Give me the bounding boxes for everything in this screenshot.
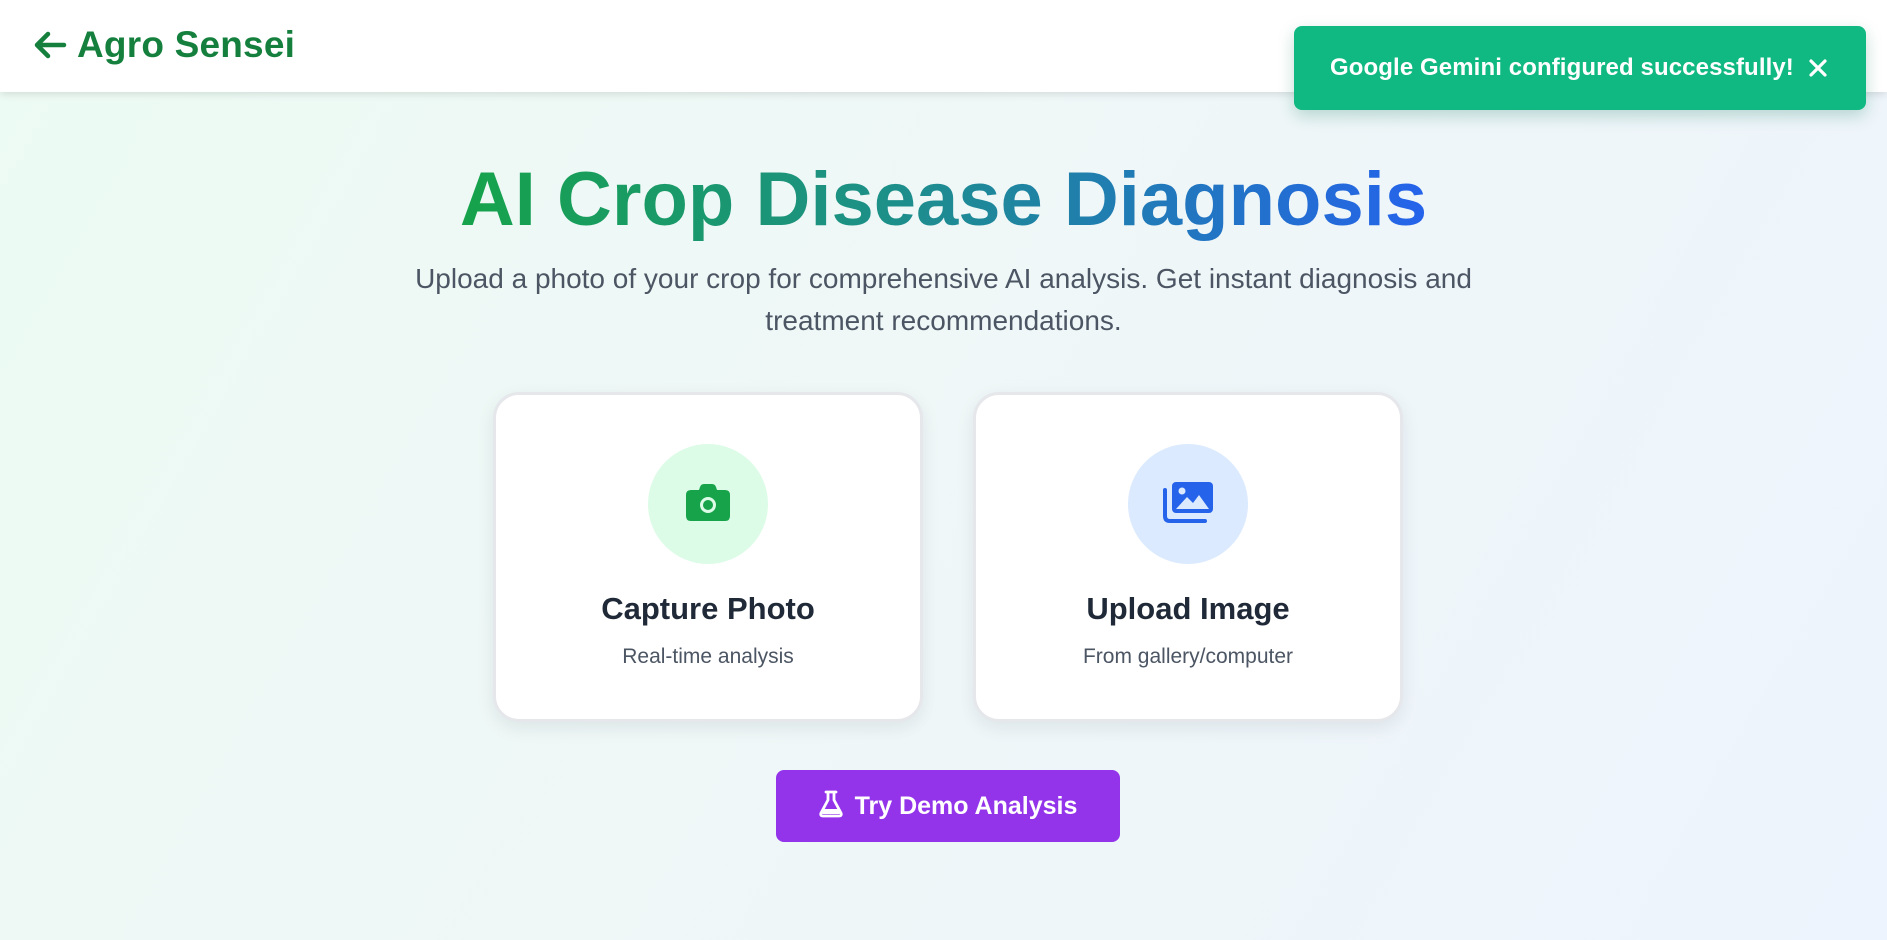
arrow-left-icon[interactable] xyxy=(33,30,67,60)
upload-icon-circle xyxy=(1128,444,1248,564)
back-link[interactable]: Agro Sensei xyxy=(33,22,295,68)
images-icon xyxy=(1161,480,1215,529)
page-title: AI Crop Disease Diagnosis xyxy=(459,157,1428,242)
success-toast: Google Gemini configured successfully! xyxy=(1294,26,1866,110)
capture-photo-subtitle: Real-time analysis xyxy=(622,645,794,668)
try-demo-button[interactable]: Try Demo Analysis xyxy=(776,770,1120,842)
flask-icon xyxy=(818,790,843,823)
app-title: Agro Sensei xyxy=(77,24,296,65)
close-icon[interactable] xyxy=(1804,54,1832,82)
upload-image-card[interactable]: Upload Image From gallery/computer xyxy=(973,392,1403,722)
upload-image-subtitle: From gallery/computer xyxy=(1082,645,1294,668)
capture-icon-circle xyxy=(648,444,768,564)
page-subtitle: Upload a photo of your crop for comprehe… xyxy=(415,263,1472,336)
capture-photo-title: Capture Photo xyxy=(601,591,815,626)
toast-message: Google Gemini configured successfully! xyxy=(1330,54,1794,81)
camera-icon xyxy=(685,482,731,527)
try-demo-label: Try Demo Analysis xyxy=(854,791,1078,820)
capture-photo-card[interactable]: Capture Photo Real-time analysis xyxy=(493,392,923,722)
upload-image-title: Upload Image xyxy=(1086,591,1290,626)
